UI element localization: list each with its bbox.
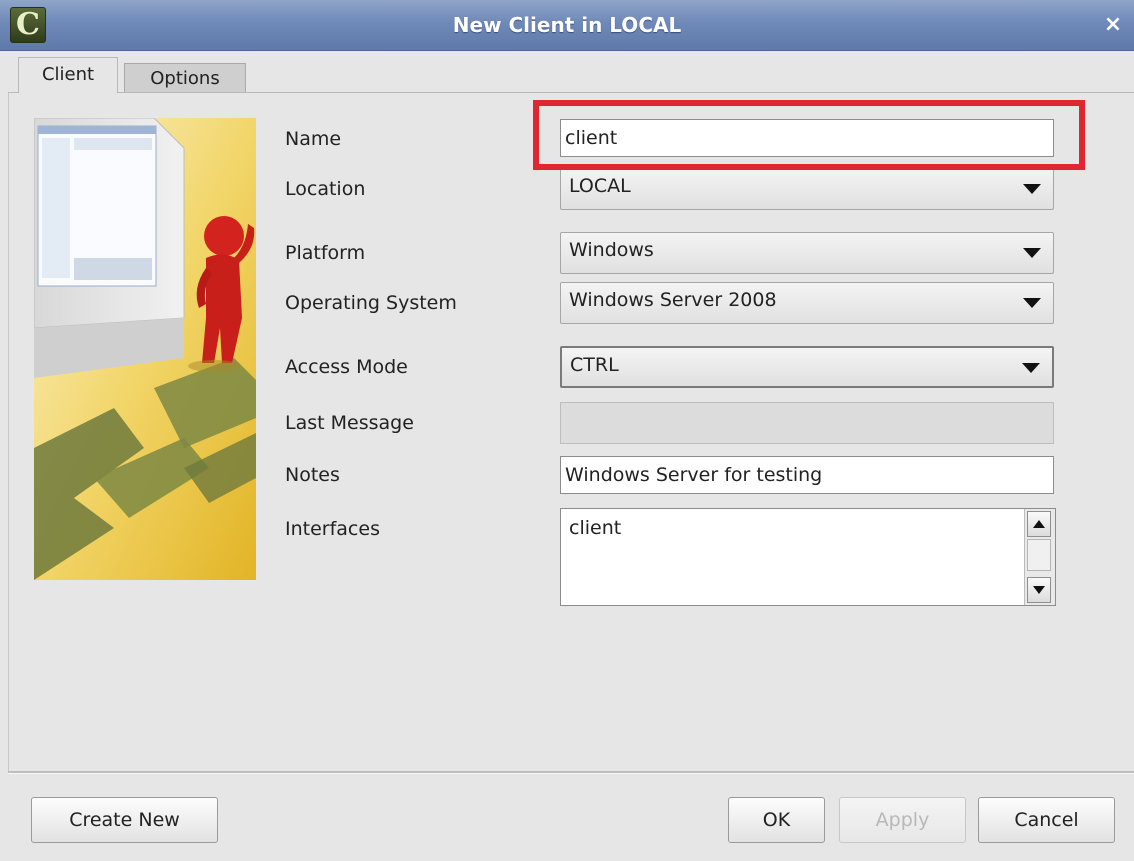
window-title: New Client in LOCAL bbox=[452, 13, 682, 37]
platform-value: Windows bbox=[569, 239, 654, 261]
chevron-down-icon bbox=[1022, 363, 1040, 373]
last-message-field bbox=[560, 402, 1054, 444]
notes-label: Notes bbox=[285, 464, 340, 486]
close-icon[interactable]: × bbox=[1100, 12, 1126, 38]
arrow-up-icon bbox=[1033, 520, 1045, 528]
scroll-thumb[interactable] bbox=[1027, 539, 1051, 571]
apply-button[interactable]: Apply bbox=[839, 797, 966, 843]
location-select[interactable]: LOCAL bbox=[560, 168, 1054, 210]
platform-label: Platform bbox=[285, 242, 366, 264]
tab-options[interactable]: Options bbox=[124, 63, 246, 93]
arrow-down-icon bbox=[1033, 586, 1045, 594]
operating-system-value: Windows Server 2008 bbox=[569, 289, 777, 311]
location-label: Location bbox=[285, 178, 366, 200]
app-logo-icon: C bbox=[10, 7, 46, 43]
client-illustration bbox=[34, 118, 256, 580]
scroll-down-button[interactable] bbox=[1027, 577, 1051, 603]
chevron-down-icon bbox=[1023, 248, 1041, 258]
access-mode-select[interactable]: CTRL bbox=[560, 346, 1054, 388]
interfaces-label: Interfaces bbox=[285, 518, 380, 540]
operating-system-select[interactable]: Windows Server 2008 bbox=[560, 282, 1054, 324]
create-new-button[interactable]: Create New bbox=[31, 797, 218, 843]
access-mode-label: Access Mode bbox=[285, 356, 408, 378]
scroll-up-button[interactable] bbox=[1027, 511, 1051, 537]
location-value: LOCAL bbox=[569, 175, 631, 197]
notes-field[interactable]: Windows Server for testing bbox=[560, 456, 1054, 494]
cancel-button[interactable]: Cancel bbox=[978, 797, 1115, 843]
tab-client[interactable]: Client bbox=[18, 57, 118, 93]
title-bar: C New Client in LOCAL × bbox=[0, 0, 1134, 51]
interfaces-item[interactable]: client bbox=[569, 517, 621, 539]
panel-left-border bbox=[8, 93, 9, 773]
footer-divider-highlight bbox=[8, 773, 1134, 774]
name-label: Name bbox=[285, 128, 342, 150]
access-mode-value: CTRL bbox=[570, 354, 619, 376]
chevron-down-icon bbox=[1023, 298, 1041, 308]
platform-select[interactable]: Windows bbox=[560, 232, 1054, 274]
name-field[interactable]: client bbox=[560, 119, 1054, 157]
last-message-label: Last Message bbox=[285, 412, 414, 434]
interfaces-scrollbar[interactable] bbox=[1024, 509, 1055, 605]
ok-button[interactable]: OK bbox=[728, 797, 825, 843]
operating-system-label: Operating System bbox=[285, 292, 457, 314]
tab-panel-border bbox=[8, 92, 1134, 93]
interfaces-list[interactable]: client bbox=[560, 508, 1056, 606]
chevron-down-icon bbox=[1023, 184, 1041, 194]
